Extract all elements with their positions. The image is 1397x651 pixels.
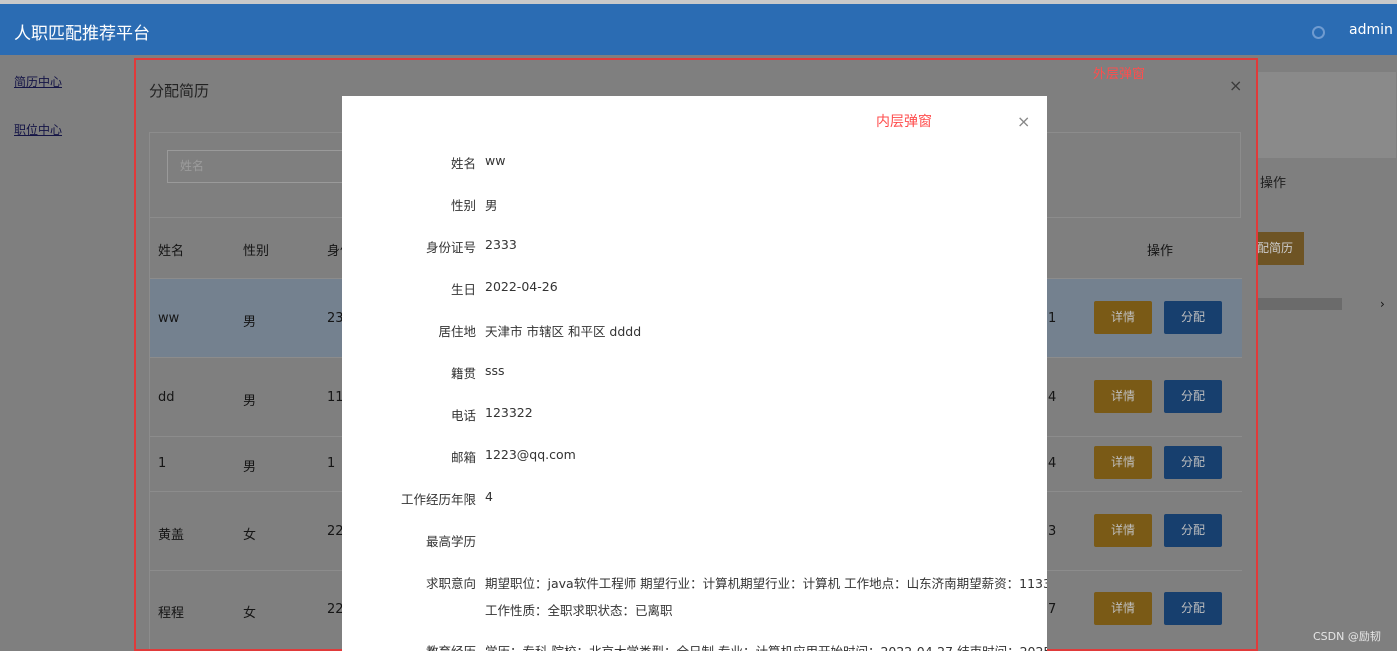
field-label: 身份证号 bbox=[425, 240, 476, 255]
field-value: 1223@qq.com bbox=[485, 447, 576, 462]
field-label: 教育经历 bbox=[426, 641, 476, 651]
column-header-actions: 操作 bbox=[1147, 244, 1174, 259]
cell-name: ww bbox=[158, 311, 180, 326]
field-value: 男 bbox=[485, 198, 498, 213]
field-value: 2022-04-26 bbox=[485, 279, 558, 294]
field-value-line2: 工作性质：全职求职状态：已离职 bbox=[485, 603, 673, 618]
assign-button[interactable]: 分配 bbox=[1164, 514, 1222, 547]
name-search-input[interactable]: 姓名 bbox=[167, 150, 357, 183]
field-label: 姓名 bbox=[450, 156, 476, 171]
inner-dialog-note: 内层弹窗 bbox=[876, 114, 932, 130]
assign-button[interactable]: 分配 bbox=[1164, 380, 1222, 413]
detail-button[interactable]: 详情 bbox=[1094, 592, 1152, 625]
user-name[interactable]: admin bbox=[1349, 22, 1393, 38]
field-label: 籍贯 bbox=[450, 366, 476, 381]
outer-dialog-title: 分配简历 bbox=[149, 82, 210, 100]
detail-button[interactable]: 详情 bbox=[1094, 514, 1152, 547]
column-header-gender: 性别 bbox=[243, 244, 270, 259]
assign-button[interactable]: 分配 bbox=[1164, 446, 1222, 479]
column-header-name: 姓名 bbox=[158, 244, 185, 259]
field-value: 学历：专科 院校：北京大学类型：全日制 专业：计算机应用开始时间：2022-04… bbox=[485, 641, 1047, 651]
field-value: 期望职位：java软件工程师 期望行业：计算机期望行业：计算机 工作地点：山东济… bbox=[485, 576, 1047, 591]
cell-tail: 3 bbox=[1048, 524, 1057, 539]
detail-button[interactable]: 详情 bbox=[1094, 301, 1152, 334]
cell-gender: 男 bbox=[243, 315, 257, 330]
field-label: 邮箱 bbox=[450, 450, 476, 465]
cell-gender: 女 bbox=[243, 606, 257, 621]
assign-button[interactable]: 分配 bbox=[1164, 301, 1222, 334]
cell-tail: 7 bbox=[1048, 602, 1057, 617]
field-label: 求职意向 bbox=[425, 576, 476, 591]
underlying-scrollbar[interactable] bbox=[1246, 298, 1342, 310]
field-label: 电话 bbox=[450, 408, 476, 423]
field-label: 最高学历 bbox=[425, 534, 476, 549]
detail-button[interactable]: 详情 bbox=[1094, 380, 1152, 413]
field-value: 123322 bbox=[485, 405, 533, 420]
cell-tail: 1 bbox=[1048, 311, 1057, 326]
cell-id: 1 bbox=[327, 456, 336, 471]
cell-name: 黄盖 bbox=[158, 528, 185, 543]
field-label: 生日 bbox=[450, 282, 476, 297]
field-label: 居住地 bbox=[438, 324, 476, 339]
cell-tail: 4 bbox=[1048, 390, 1057, 405]
inner-dialog: 内层弹窗 × 姓名 ww 性别 男 身份证号 2333 生日 2022-04-2… bbox=[342, 96, 1047, 651]
field-value: 天津市 市辖区 和平区 dddd bbox=[485, 324, 642, 339]
field-label: 性别 bbox=[450, 198, 476, 213]
app-title: 人职匹配推荐平台 bbox=[14, 24, 150, 44]
underlying-op-header: 操作 bbox=[1260, 176, 1287, 191]
cell-gender: 男 bbox=[243, 460, 257, 475]
cell-gender: 男 bbox=[243, 394, 257, 409]
field-value: 2333 bbox=[485, 237, 517, 252]
cell-name: 1 bbox=[158, 456, 167, 471]
cell-name: dd bbox=[158, 390, 175, 405]
field-value: 4 bbox=[485, 489, 493, 504]
app-header: 人职匹配推荐平台 admin bbox=[0, 4, 1397, 55]
underlying-page-edge: 操作 配简历 › bbox=[1246, 72, 1397, 512]
detail-button[interactable]: 详情 bbox=[1094, 446, 1152, 479]
field-value: sss bbox=[485, 363, 505, 378]
field-value: ww bbox=[485, 153, 506, 168]
outer-close-icon[interactable]: × bbox=[1229, 76, 1242, 95]
inner-close-icon[interactable]: × bbox=[1017, 112, 1030, 131]
cell-name: 程程 bbox=[158, 606, 185, 621]
cell-tail: 4 bbox=[1048, 456, 1057, 471]
assign-button[interactable]: 分配 bbox=[1164, 592, 1222, 625]
gear-icon[interactable] bbox=[1312, 26, 1325, 39]
underlying-panel bbox=[1246, 72, 1396, 158]
watermark: CSDN @励韧 bbox=[1313, 630, 1381, 643]
cell-gender: 女 bbox=[243, 528, 257, 543]
outer-dialog-note: 外层弹窗 bbox=[1093, 67, 1146, 82]
field-label: 工作经历年限 bbox=[400, 492, 476, 507]
scroll-right-arrow-icon[interactable]: › bbox=[1380, 298, 1385, 310]
